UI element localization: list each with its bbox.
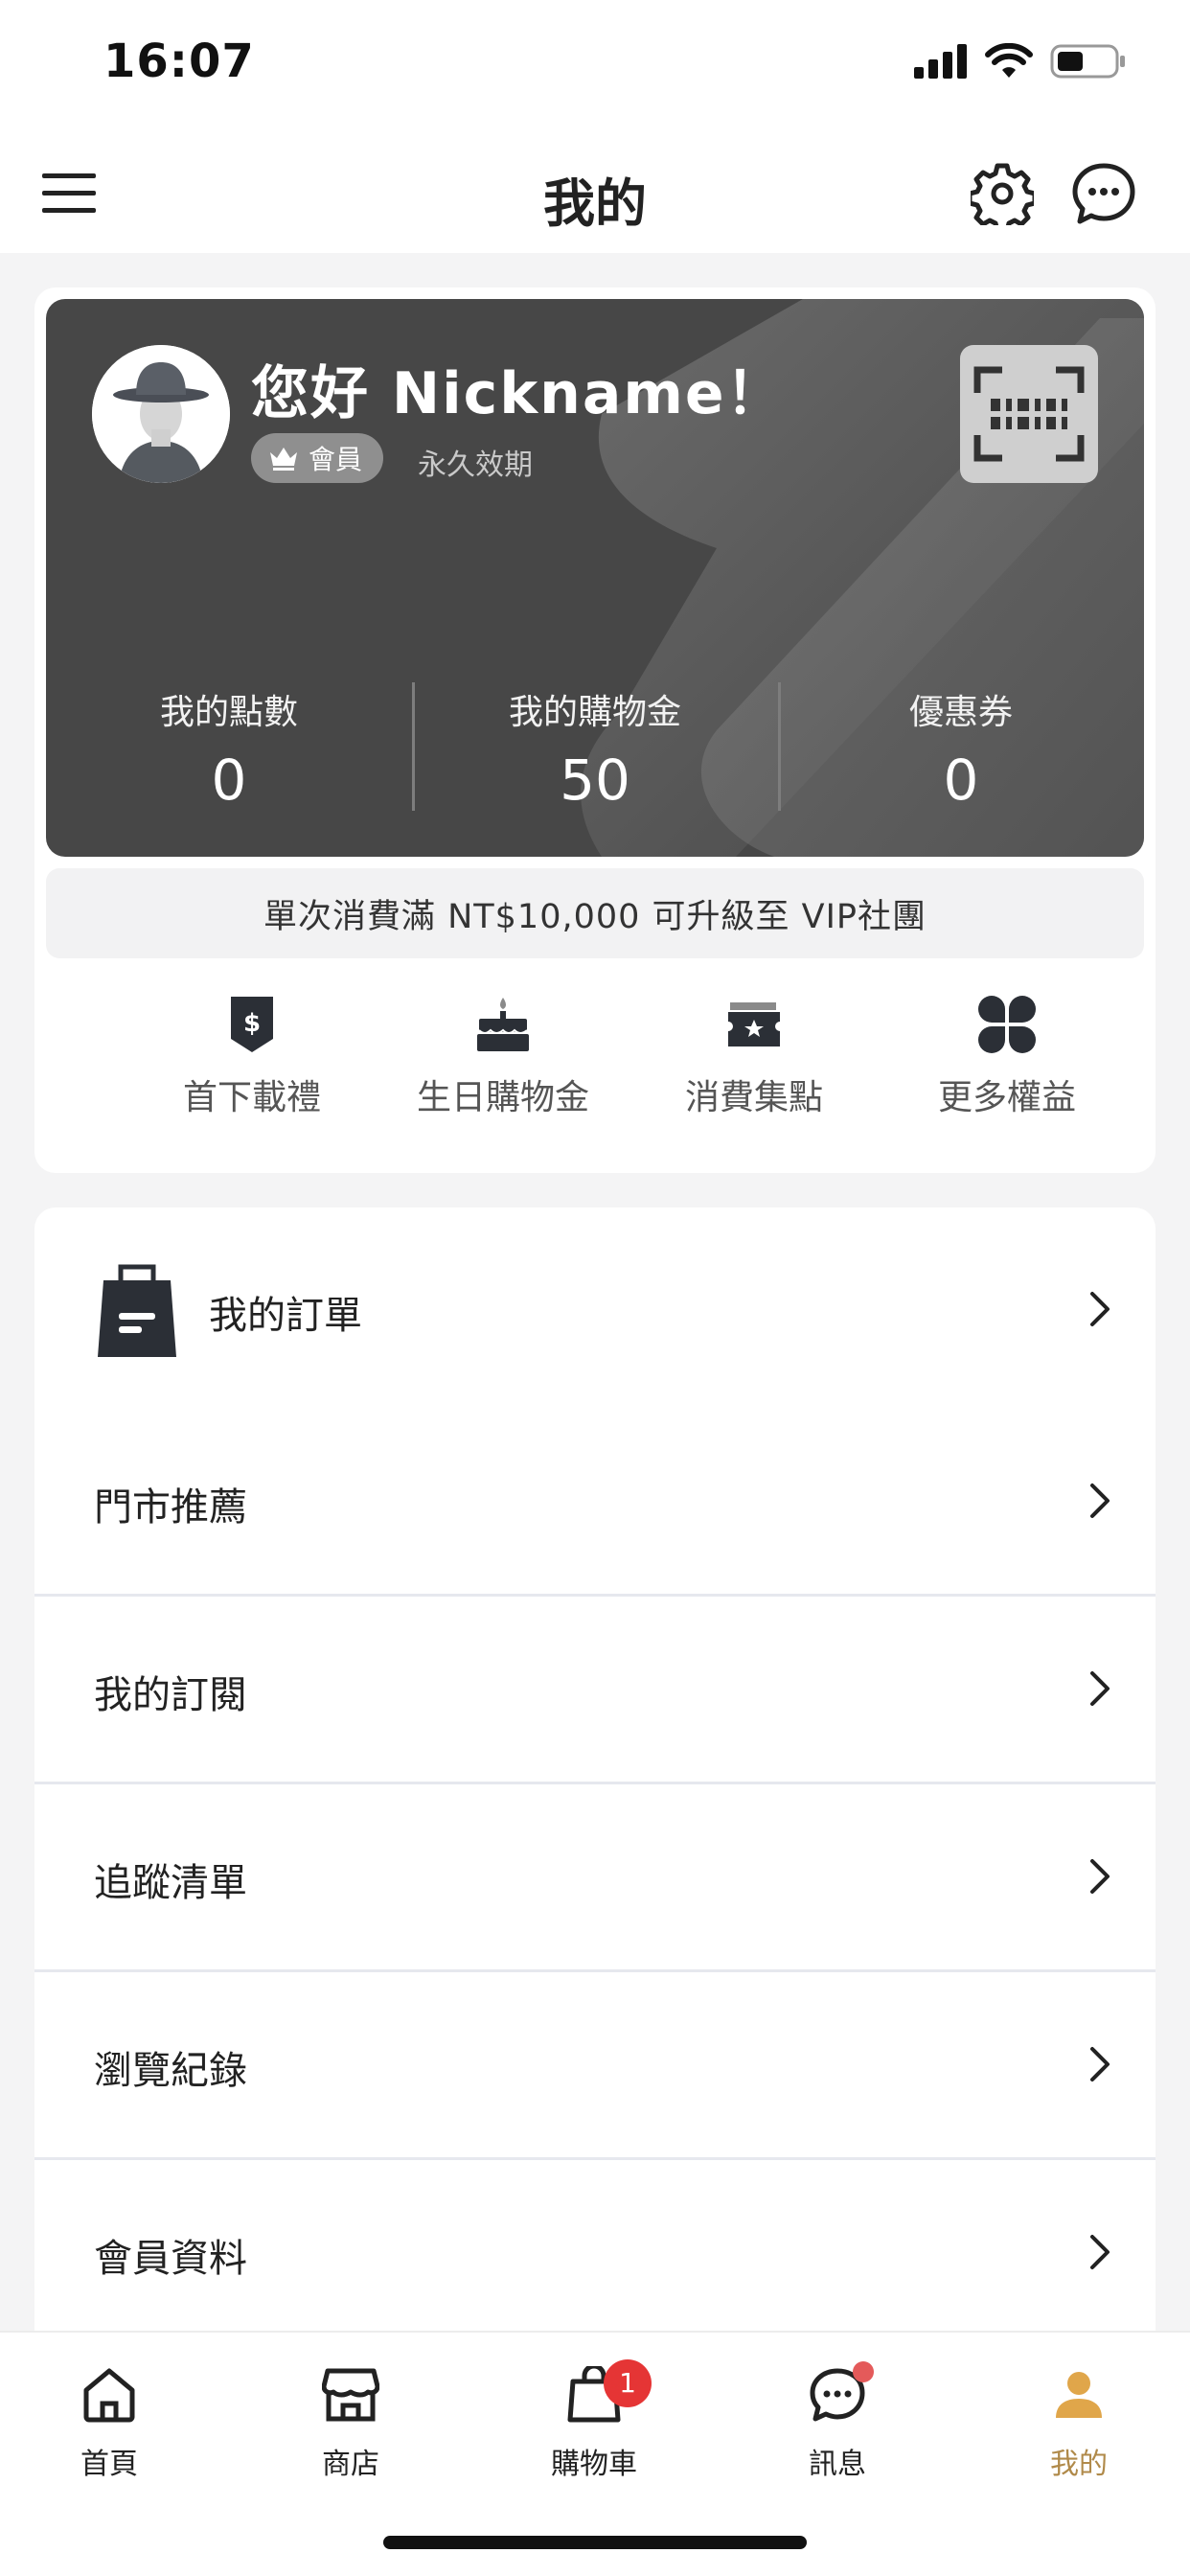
crown-icon	[270, 448, 297, 471]
benefits-row: $ 首下載禮 生日購物金 消費集點 更多權益	[34, 993, 1156, 1137]
home-indicator	[383, 2536, 807, 2549]
benefit-points-collection[interactable]: 消費集點	[649, 993, 859, 1119]
tab-label: 我的	[1050, 2448, 1108, 2481]
chat-button[interactable]	[1067, 157, 1140, 230]
member-barcode-button[interactable]	[960, 345, 1098, 483]
menu-item-label: 瀏覽紀錄	[94, 2049, 247, 2093]
chat-bubble-icon	[1072, 163, 1135, 224]
tab-label: 購物車	[551, 2448, 637, 2481]
stat-label: 我的點數	[159, 693, 298, 732]
tab-label: 商店	[322, 2448, 379, 2481]
tab-cart[interactable]: 1 購物車	[517, 2356, 671, 2482]
store-icon	[322, 2368, 379, 2422]
tab-me[interactable]: 我的	[1002, 2356, 1156, 2482]
benefit-label: 更多權益	[937, 1078, 1076, 1117]
svg-text:$: $	[243, 1009, 261, 1038]
cake-icon	[477, 998, 529, 1051]
stat-points[interactable]: 我的點數 0	[46, 682, 412, 813]
stat-label: 我的購物金	[508, 693, 681, 732]
app-header: 我的	[0, 134, 1190, 253]
greeting: 您好 Nickname！	[251, 360, 786, 427]
benefit-birthday-credit[interactable]: 生日購物金	[398, 993, 608, 1119]
status-time: 16:07	[103, 34, 255, 88]
menu-item-label: 會員資料	[94, 2237, 247, 2281]
cart-count-badge: 1	[604, 2359, 652, 2407]
chevron-right-icon	[1090, 2235, 1110, 2269]
menu-item-member-profile[interactable]: 會員資料	[34, 2160, 1156, 2348]
tab-label: 首頁	[80, 2448, 138, 2481]
membership-validity: 永久效期	[418, 448, 533, 482]
ticket-star-icon	[728, 1002, 780, 1046]
account-menu-list: 我的訂單 門市推薦 我的訂閱 追蹤清單 瀏覽紀錄 會員資料	[34, 1208, 1156, 2358]
stat-shopping-credit[interactable]: 我的購物金 50	[412, 682, 778, 813]
avatar-icon	[92, 345, 230, 483]
signal-icon	[914, 44, 967, 79]
my-orders-label: 我的訂單	[209, 1294, 362, 1338]
upgrade-banner[interactable]: 單次消費滿 NT$10,000 可升級至 VIP社團	[46, 868, 1144, 958]
tab-store[interactable]: 商店	[274, 2356, 427, 2482]
chevron-right-icon	[1090, 1671, 1110, 1706]
chevron-right-icon	[1090, 1292, 1110, 1326]
member-badge: 會員	[251, 433, 384, 483]
stat-coupons[interactable]: 優惠券 0	[778, 682, 1144, 813]
clover-icon	[978, 996, 1036, 1053]
settings-button[interactable]	[968, 157, 1037, 230]
stat-value: 0	[943, 748, 979, 813]
stat-value: 50	[560, 748, 630, 813]
member-card: 您好 Nickname！ 會員 永久效期 我的點數 0 我的購物金 50 優惠券…	[46, 299, 1144, 857]
shopping-bag-icon	[98, 1264, 176, 1357]
benefit-label: 生日購物金	[416, 1078, 589, 1117]
battery-icon	[1050, 44, 1125, 79]
avatar[interactable]	[92, 345, 230, 483]
menu-item-label: 我的訂閱	[94, 1673, 247, 1717]
stat-value: 0	[211, 748, 247, 813]
stat-label: 優惠券	[908, 693, 1013, 732]
person-icon	[1056, 2372, 1102, 2418]
tab-messages[interactable]: 訊息	[761, 2356, 914, 2482]
menu-item-subscriptions[interactable]: 我的訂閱	[34, 1597, 1156, 1784]
badge-label: 會員	[309, 444, 363, 475]
menu-item-browsing-history[interactable]: 瀏覽紀錄	[34, 1972, 1156, 2160]
member-panel: 您好 Nickname！ 會員 永久效期 我的點數 0 我的購物金 50 優惠券…	[34, 288, 1156, 1173]
wifi-icon	[985, 43, 1033, 78]
member-stats: 我的點數 0 我的購物金 50 優惠券 0	[46, 682, 1144, 813]
home-icon	[83, 2368, 135, 2423]
menu-item-store-recommendations[interactable]: 門市推薦	[34, 1409, 1156, 1597]
my-orders-row[interactable]: 我的訂單	[34, 1208, 1156, 1409]
menu-item-watchlist[interactable]: 追蹤清單	[34, 1784, 1156, 1972]
gear-icon	[971, 163, 1034, 225]
benefit-download-gift[interactable]: $ 首下載禮	[147, 993, 357, 1119]
benefit-label: 消費集點	[684, 1078, 823, 1117]
chevron-right-icon	[1090, 1484, 1110, 1518]
chevron-right-icon	[1090, 1859, 1110, 1894]
menu-item-label: 追蹤清單	[94, 1861, 247, 1905]
status-icons	[914, 42, 1127, 80]
status-bar: 16:07	[0, 0, 1190, 134]
barcode-scan-icon	[973, 366, 1085, 462]
menu-item-label: 門市推薦	[94, 1485, 247, 1530]
benefit-more[interactable]: 更多權益	[902, 993, 1112, 1119]
tab-label: 訊息	[809, 2448, 866, 2481]
chevron-right-icon	[1090, 2047, 1110, 2082]
tab-home[interactable]: 首頁	[33, 2356, 186, 2482]
benefit-label: 首下載禮	[182, 1078, 321, 1117]
dollar-shield-icon: $	[231, 997, 273, 1052]
unread-dot	[853, 2361, 874, 2382]
